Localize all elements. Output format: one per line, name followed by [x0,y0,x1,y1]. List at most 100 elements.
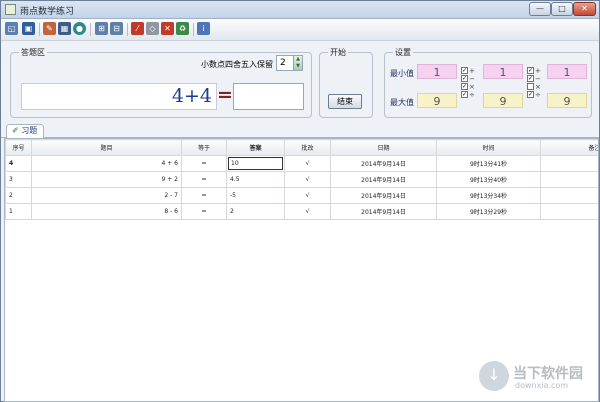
cell-note[interactable] [540,171,598,188]
watermark-logo: ↓ 当下软件园 downxia.com [479,361,597,395]
operator-checkboxes-1: ✓ + ✓ − ✓ × ✓ ÷ [461,67,479,99]
col-question[interactable]: 题目 [31,139,182,156]
round-stepper[interactable]: 2 ▲ ▼ [276,55,303,71]
cell-id: 3 [5,171,32,188]
cell-note[interactable] [540,187,598,204]
watermark-text: 当下软件园 [513,366,583,382]
cell-date: 2014年9月14日 [330,203,437,220]
max-value-1[interactable]: 9 [417,93,457,108]
end-button[interactable]: 结束 [328,94,362,109]
toolbar-separator [193,23,194,36]
cell-question: 4 + 6 [31,155,182,172]
max-value-3[interactable]: 9 [547,93,587,108]
stop-icon[interactable]: ● [73,22,86,35]
col-id[interactable]: 序号 [5,139,32,156]
minimize-button[interactable]: — [529,2,551,16]
checkbox[interactable]: ✓ [527,91,534,98]
cell-equals: = [181,203,227,220]
preview-icon[interactable]: ◱ [5,22,18,35]
col-mark[interactable]: 批改 [284,139,331,156]
operator-option[interactable]: ✓ − [461,75,479,83]
cell-mark: √ [284,155,331,172]
checkbox[interactable]: ✓ [461,75,468,82]
col-note[interactable]: 备注 [540,139,598,156]
window-title: 雨点数学练习 [20,7,75,17]
brush-icon[interactable]: ⁄ [131,22,144,35]
cell-equals: = [181,171,227,188]
operator-option[interactable]: ✓ − [527,75,545,83]
operator-option[interactable]: ✓ ÷ [461,91,479,99]
col-equals[interactable]: 等于 [181,139,227,156]
tree-icon[interactable]: ⊞ [95,22,108,35]
cell-note[interactable] [540,155,598,172]
round-label: 小数点四舍五入保留 [201,60,273,69]
col-answer[interactable]: 答案 [226,139,285,156]
cell-answer[interactable]: 2 [226,203,285,220]
checkbox[interactable]: ✓ [461,67,468,74]
min-value-3[interactable]: 1 [547,64,587,79]
close-button[interactable]: ✕ [573,2,596,16]
info-icon[interactable]: i [197,22,210,35]
toolbar-separator [90,23,91,36]
cell-answer[interactable]: -5 [226,187,285,204]
calendar-icon[interactable]: ▦ [58,22,71,35]
tree-add-icon[interactable]: ⊟ [110,22,123,35]
maximize-button[interactable]: □ [551,2,573,16]
table-row[interactable]: 4 4 + 6 = 10 √ 2014年9月14日 9时13分41秒 1 [5,155,598,172]
operator-option[interactable]: ✓ × [461,83,479,91]
app-icon [5,4,16,15]
tab-exercises[interactable]: ✐ 习题 [6,124,44,138]
cell-time: 9时13分41秒 [436,155,541,172]
operator-option[interactable]: ✓ + [461,67,479,75]
cell-answer[interactable]: 4.5 [226,171,285,188]
checkbox[interactable] [527,83,534,90]
table-row[interactable]: 2 2 - 7 = -5 √ 2014年9月14日 9时13分34秒 1 [5,187,598,204]
cell-question: 9 + 2 [31,171,182,188]
checkbox[interactable]: ✓ [527,67,534,74]
table-row[interactable]: 3 9 + 2 = 4.5 √ 2014年9月14日 9时13分40秒 1 [5,171,598,188]
cell-question: 2 - 7 [31,187,182,204]
question-text: 4+4 [171,85,212,107]
min-value-1[interactable]: 1 [417,64,457,79]
checkbox[interactable]: ✓ [461,91,468,98]
tab-exercises-label: 习题 [21,126,38,135]
save-icon[interactable]: ▣ [22,22,35,35]
spin-arrows-icon[interactable]: ▲ ▼ [293,56,302,70]
max-value-2[interactable]: 9 [483,93,523,108]
checkbox[interactable]: ✓ [461,83,468,90]
max-label: 最大值 [390,98,414,107]
settings-group-title: 设置 [393,47,413,58]
cell-answer[interactable]: 10 [228,157,283,170]
cell-mark: √ [284,203,331,220]
toolbar-separator [127,23,128,36]
pencil-icon: ✐ [12,126,19,135]
col-time[interactable]: 时间 [436,139,541,156]
start-group-title: 开始 [328,47,348,58]
operator-option[interactable]: ✓ + [527,67,545,75]
table-row[interactable]: 1 8 - 6 = 2 √ 2014年9月14日 9时13分29秒 1 [5,203,598,220]
recycle-icon[interactable]: ♻ [176,22,189,35]
cell-time: 9时13分40秒 [436,171,541,188]
operator-option[interactable]: × [527,83,545,91]
cell-equals: = [181,187,227,204]
export-icon[interactable]: ✎ [43,22,56,35]
cell-question: 8 - 6 [31,203,182,220]
toolbar-separator [39,23,40,36]
cell-answer-selected[interactable]: 10 [226,155,285,172]
col-date[interactable]: 日期 [330,139,437,156]
eraser-icon[interactable]: ◇ [146,22,159,35]
checkbox[interactable]: ✓ [527,75,534,82]
cell-id: 4 [5,155,32,172]
toolbar: ◱ ▣ ✎ ▦ ● ⊞ ⊟ ⁄ ◇ ✕ ♻ i [1,19,599,41]
operator-option[interactable]: ✓ ÷ [527,91,545,99]
cell-time: 9时13分29秒 [436,203,541,220]
cell-mark: √ [284,171,331,188]
cell-date: 2014年9月14日 [330,171,437,188]
answer-input[interactable] [233,83,304,110]
app-window: 雨点数学练习 — □ ✕ ◱ ▣ ✎ ▦ ● ⊞ ⊟ ⁄ ◇ ✕ ♻ i 答题区… [0,0,600,402]
cell-note[interactable] [540,203,598,220]
cell-date: 2014年9月14日 [330,155,437,172]
cell-mark: √ [284,187,331,204]
min-value-2[interactable]: 1 [483,64,523,79]
delete-icon[interactable]: ✕ [161,22,174,35]
